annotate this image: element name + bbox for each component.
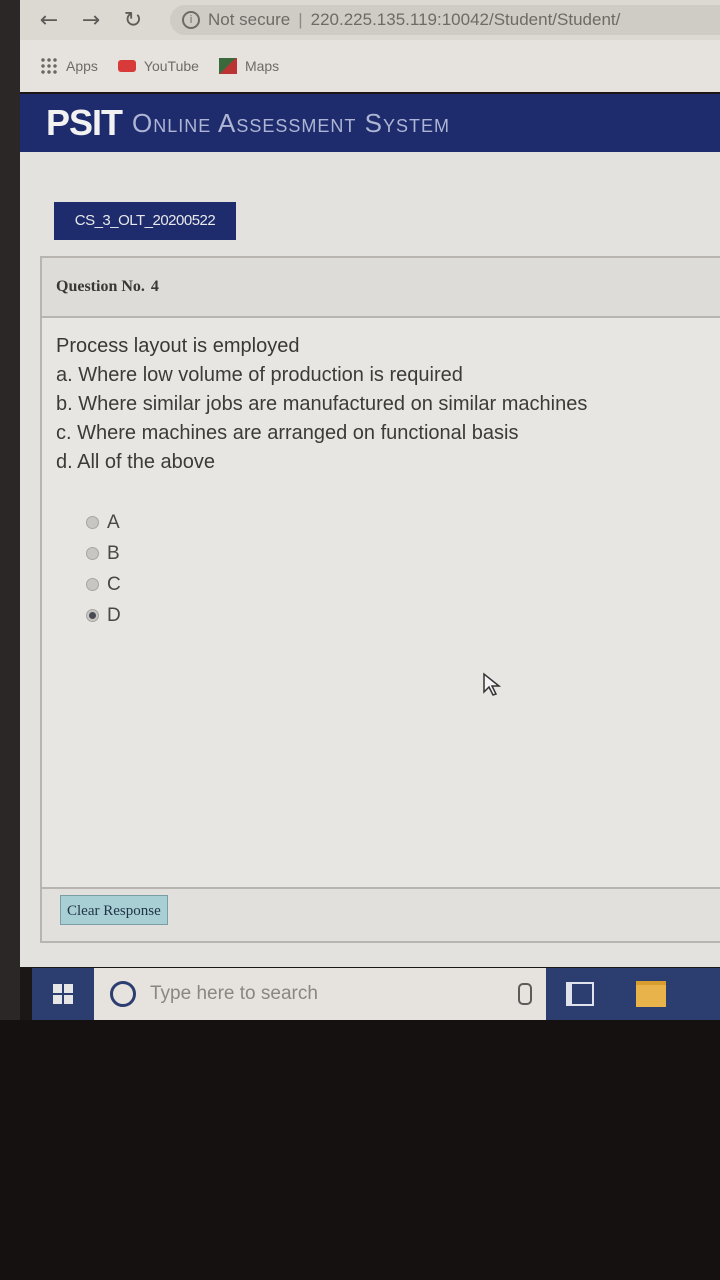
monitor-bezel	[0, 0, 20, 1020]
bookmark-label: Maps	[244, 58, 280, 74]
choice-d[interactable]: D	[86, 600, 718, 631]
radio-button-d[interactable]	[86, 609, 99, 622]
option-text-a: a. Where low volume of production is req…	[56, 364, 463, 386]
question-panel: Question No. 4 Process layout is employe…	[40, 256, 720, 943]
address-bar[interactable]: i Not secure | 220.225.135.119:10042/Stu…	[170, 5, 720, 35]
reload-icon[interactable]: ↻	[120, 8, 146, 33]
choice-label-d: D	[107, 605, 121, 626]
page-content: CS_3_OLT_20200522 Question No. 4 Process…	[20, 152, 720, 967]
file-explorer-icon[interactable]	[636, 981, 666, 1007]
question-body: Process layout is employed a. Where low …	[42, 318, 720, 631]
forward-arrow-icon[interactable]: →	[78, 8, 104, 33]
choice-label-c: C	[107, 574, 121, 595]
apps-grid-icon	[40, 57, 58, 75]
bookmark-label: Apps	[66, 58, 98, 74]
windows-taskbar: Type here to search	[32, 968, 720, 1020]
bookmark-youtube[interactable]: YouTube	[117, 58, 199, 74]
radio-button-c[interactable]	[86, 578, 99, 591]
choice-label-b: B	[107, 543, 120, 564]
option-text-b: b. Where similar jobs are manufactured o…	[56, 393, 588, 415]
youtube-icon	[117, 60, 136, 72]
security-label: Not secure	[208, 10, 291, 29]
test-code-badge: CS_3_OLT_20200522	[54, 202, 236, 240]
app-header: PSIT Online Assessment System	[20, 94, 720, 152]
question-footer: Clear Response	[42, 887, 720, 941]
answer-choices: A B C D	[86, 507, 718, 631]
radio-button-a[interactable]	[86, 516, 99, 529]
cortana-icon	[110, 981, 136, 1007]
option-text-c: c. Where machines are arranged on functi…	[56, 422, 519, 444]
option-text-d: d. All of the above	[56, 451, 216, 473]
taskbar-search-box[interactable]: Type here to search	[94, 968, 546, 1020]
bookmark-apps[interactable]: Apps	[40, 57, 98, 75]
browser-toolbar: ← → ↻ i Not secure | 220.225.135.119:100…	[20, 0, 720, 40]
url-text: 220.225.135.119:10042/Student/Student/	[310, 10, 621, 29]
choice-b[interactable]: B	[86, 538, 718, 569]
start-button[interactable]	[32, 968, 94, 1020]
bookmark-maps[interactable]: Maps	[218, 58, 280, 74]
psit-logo: PSIT	[46, 102, 123, 143]
address-separator: |	[298, 10, 303, 29]
question-header: Question No. 4	[42, 258, 720, 318]
monitor-bezel-bottom	[0, 1020, 720, 1280]
info-icon[interactable]: i	[182, 11, 200, 29]
question-number-label: Question No.	[56, 278, 145, 295]
windows-logo-icon	[53, 984, 73, 1004]
choice-c[interactable]: C	[86, 569, 718, 600]
mouse-cursor-icon	[483, 672, 502, 696]
clear-response-button[interactable]: Clear Response	[60, 895, 168, 925]
choice-a[interactable]: A	[86, 507, 718, 538]
maps-icon	[218, 58, 237, 74]
question-number: 4	[150, 278, 159, 295]
bookmark-label: YouTube	[143, 58, 199, 74]
back-arrow-icon[interactable]: ←	[36, 8, 62, 33]
task-view-icon[interactable]	[566, 982, 594, 1006]
choice-label-a: A	[107, 512, 120, 533]
search-placeholder: Type here to search	[150, 983, 318, 1004]
radio-button-b[interactable]	[86, 547, 99, 560]
microphone-icon[interactable]	[518, 983, 532, 1005]
question-text: Process layout is employed	[56, 335, 300, 357]
bookmarks-bar: Apps YouTube Maps	[20, 40, 720, 92]
system-name: Online Assessment System	[132, 107, 450, 138]
